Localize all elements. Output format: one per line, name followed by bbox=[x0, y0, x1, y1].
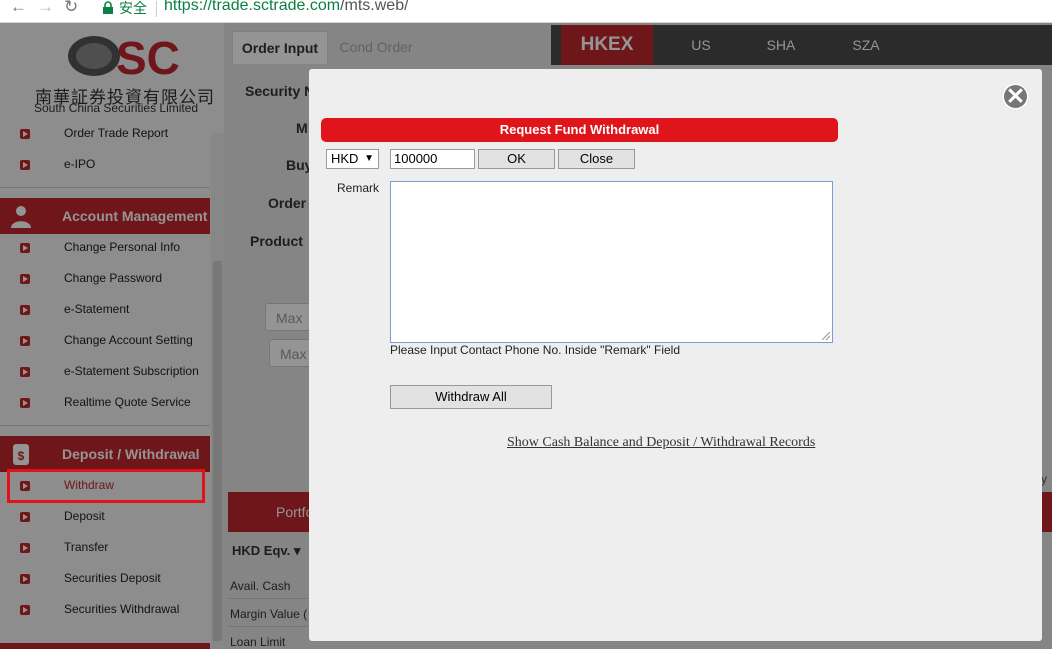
back-arrow-icon[interactable]: ← bbox=[10, 0, 27, 17]
url-path: /mts.web/ bbox=[340, 0, 409, 14]
fund-withdrawal-modal: ✕ Request Fund Withdrawal HKD ▼ 100000 O… bbox=[309, 69, 1042, 641]
close-button[interactable]: Close bbox=[558, 149, 635, 169]
currency-value: HKD bbox=[331, 151, 359, 166]
records-link[interactable]: Show Cash Balance and Deposit / Withdraw… bbox=[507, 435, 815, 451]
resize-grip-icon[interactable] bbox=[822, 332, 830, 340]
url-field[interactable]: https://trade.sctrade.com/mts.web/ bbox=[164, 0, 409, 15]
browser-address-bar: ← → ↻ 安全 https://trade.sctrade.com/mts.w… bbox=[0, 0, 1052, 23]
select-caret-icon: ▼ bbox=[364, 153, 374, 164]
secure-label: 安全 bbox=[119, 0, 147, 16]
ok-button[interactable]: OK bbox=[478, 149, 555, 169]
close-circle-icon[interactable]: ✕ bbox=[1002, 83, 1029, 110]
modal-title: Request Fund Withdrawal bbox=[321, 118, 838, 142]
withdraw-highlight-box bbox=[7, 469, 205, 503]
lock-icon bbox=[103, 1, 113, 14]
currency-select[interactable]: HKD ▼ bbox=[326, 149, 379, 169]
reload-icon[interactable]: ↻ bbox=[64, 0, 78, 17]
url-host: https://trade.sctrade.com bbox=[164, 0, 341, 14]
address-divider bbox=[156, 1, 157, 17]
remark-textarea[interactable] bbox=[390, 181, 833, 343]
forward-arrow-icon[interactable]: → bbox=[37, 0, 54, 17]
amount-input[interactable]: 100000 bbox=[390, 149, 475, 169]
remark-label: Remark bbox=[337, 181, 380, 195]
withdraw-all-button[interactable]: Withdraw All bbox=[390, 385, 552, 409]
remark-hint: Please Input Contact Phone No. Inside "R… bbox=[390, 343, 681, 357]
